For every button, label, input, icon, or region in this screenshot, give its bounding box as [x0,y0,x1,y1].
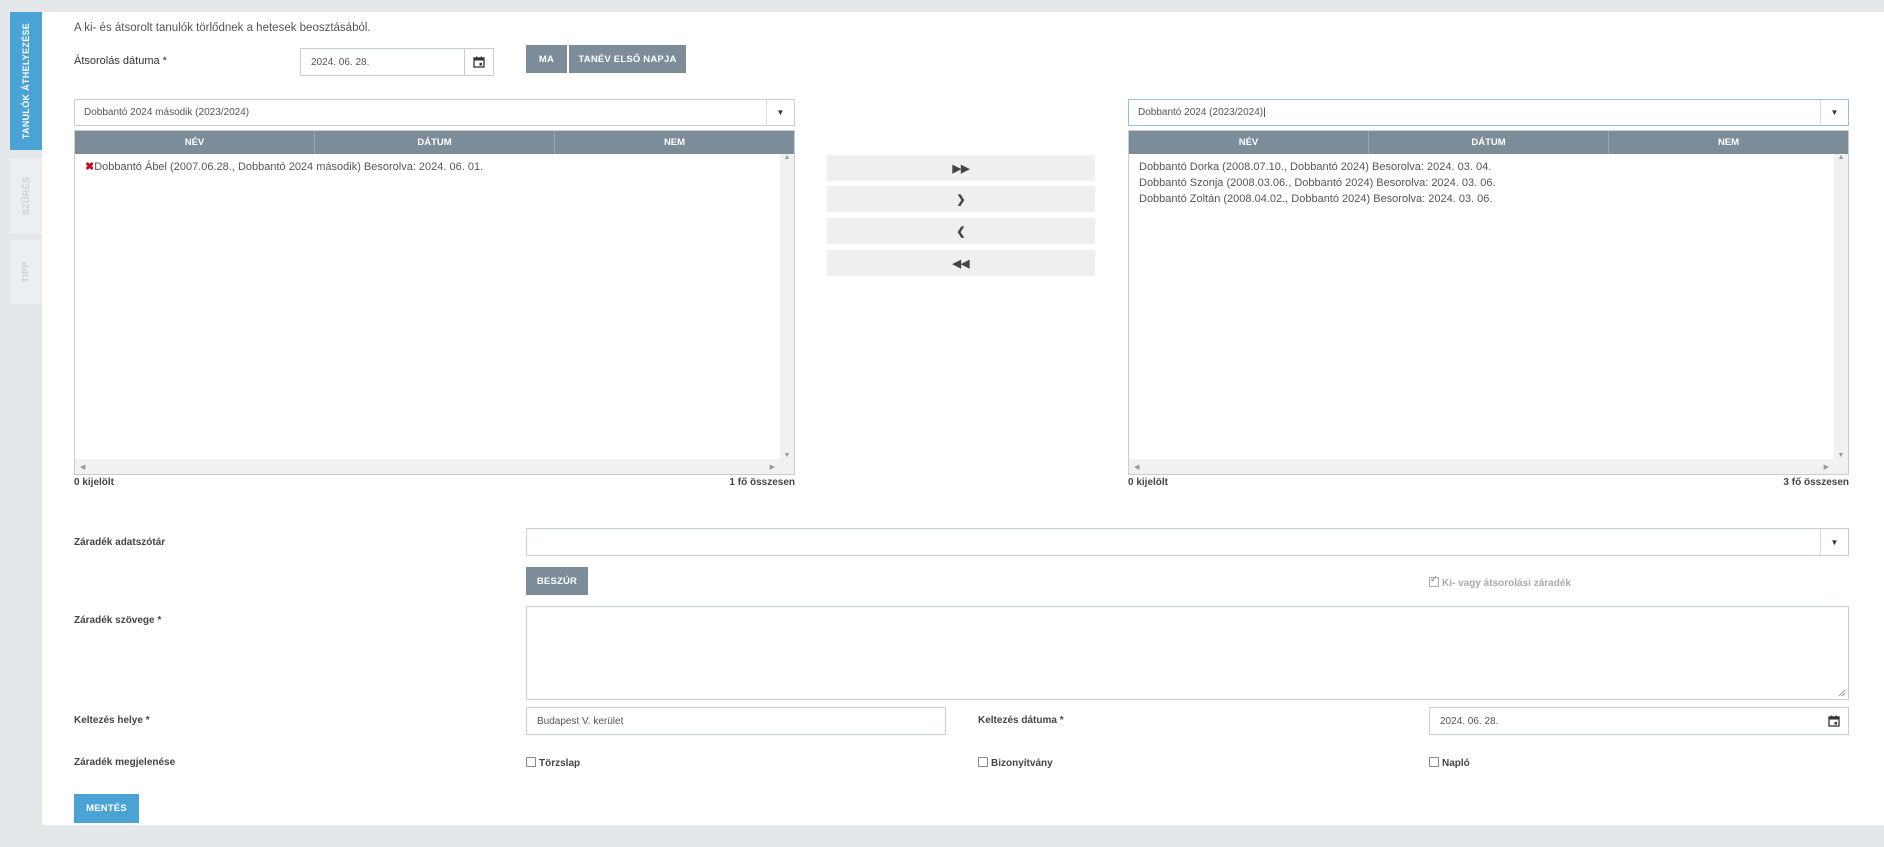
school-year-first-day-button[interactable]: TANÉV ELSŐ NAPJA [569,45,686,73]
tab-student-transfer[interactable]: TANULÓK ÁTHELYEZÉSE [10,12,42,150]
appearance-label: Záradék megjelenése [74,757,176,768]
source-selected-count: 0 kijelölt [74,477,115,488]
column-header-date[interactable]: DÁTUM [1369,131,1609,154]
clause-text-area[interactable] [526,606,1849,700]
clause-type-checkbox[interactable]: Ki- vagy átsorolási záradék [1429,574,1571,589]
horizontal-scrollbar[interactable]: ◀ ▶ [1129,459,1848,474]
checkbox-icon[interactable] [978,757,988,767]
place-label: Keltezés helye * [74,715,150,726]
checkbox-checked-icon[interactable] [1429,574,1439,587]
move-right-button[interactable]: ❯ [827,186,1095,212]
chevron-down-icon[interactable]: ▼ [1820,529,1848,555]
place-input[interactable]: Budapest V. kerület [526,707,946,735]
chevron-down-icon[interactable]: ▼ [766,100,794,125]
option-master-sheet[interactable]: Törzslap [526,757,580,769]
move-all-right-button[interactable]: ▶▶ [827,155,1095,181]
tab-tip[interactable]: TIPP [10,240,42,304]
checkbox-icon[interactable] [1429,757,1439,767]
grid-body: ✖Dobbantó Ábel (2007.06.28., Dobbantó 20… [75,154,780,459]
target-total-count: 3 fő összesen [1783,477,1849,488]
tab-filter[interactable]: SZŰRÉS [10,158,42,234]
grid-body: Dobbantó Dorka (2008.07.10., Dobbantó 20… [1129,154,1834,459]
vertical-scrollbar[interactable]: ▲ ▼ [1834,154,1848,459]
chevron-down-icon[interactable]: ▼ [1820,100,1848,125]
calendar-icon[interactable] [1820,708,1848,734]
move-left-button[interactable]: ❮ [827,218,1095,244]
column-header-date[interactable]: DÁTUM [315,131,555,154]
column-header-gender[interactable]: NEM [555,131,794,154]
clause-dictionary-select[interactable]: ▼ [526,528,1849,556]
insert-button[interactable]: BESZÚR [526,567,588,595]
horizontal-scrollbar[interactable]: ◀ ▶ [75,459,794,474]
list-item[interactable]: Dobbantó Szonja (2008.03.06., Dobbantó 2… [1139,175,1834,191]
clause-text-label: Záradék szövege * [74,615,162,626]
chevron-left-icon: ❮ [956,225,966,238]
grid-header: NÉV DÁTUM NEM [1129,131,1848,154]
resize-handle-icon[interactable] [1838,689,1846,697]
vertical-scrollbar[interactable]: ▲ ▼ [780,154,794,459]
transfer-date-label: Átsorolás dátuma * [74,55,167,67]
source-class-select[interactable]: Dobbantó 2024 második (2023/2024) ▼ [74,99,795,126]
move-all-left-button[interactable]: ◀◀ [827,250,1095,276]
list-item[interactable]: Dobbantó Dorka (2008.07.10., Dobbantó 20… [1139,159,1834,175]
column-header-name[interactable]: NÉV [75,131,315,154]
double-chevron-left-icon: ◀◀ [952,257,970,270]
target-selected-count: 0 kijelölt [1128,477,1169,488]
remove-icon: ✖ [85,161,95,173]
info-text: A ki- és átsorolt tanulók törlődnek a he… [74,22,371,34]
clause-dictionary-label: Záradék adatszótár [74,537,166,548]
today-button[interactable]: MA [526,45,567,73]
chevron-right-icon: ❯ [956,193,966,206]
save-button[interactable]: MENTÉS [74,794,139,823]
transfer-date-input[interactable]: 2024. 06. 28. [300,48,494,76]
calendar-icon[interactable] [464,49,493,75]
column-header-name[interactable]: NÉV [1129,131,1369,154]
dated-input[interactable]: 2024. 06. 28. [1429,707,1849,735]
checkbox-icon[interactable] [526,757,536,767]
dated-label: Keltezés dátuma * [978,715,1064,726]
list-item[interactable]: ✖Dobbantó Ábel (2007.06.28., Dobbantó 20… [85,159,780,175]
target-class-select[interactable]: Dobbantó 2024 (2023/2024) | ▼ [1128,99,1849,126]
column-header-gender[interactable]: NEM [1609,131,1848,154]
double-chevron-right-icon: ▶▶ [952,162,970,175]
source-student-grid: NÉV DÁTUM NEM ✖Dobbantó Ábel (2007.06.28… [74,130,795,475]
target-student-grid: NÉV DÁTUM NEM Dobbantó Dorka (2008.07.10… [1128,130,1849,475]
option-certificate[interactable]: Bizonyítvány [978,757,1053,769]
grid-header: NÉV DÁTUM NEM [75,131,794,154]
option-diary[interactable]: Napló [1429,757,1470,769]
list-item[interactable]: Dobbantó Zoltán (2008.04.02., Dobbantó 2… [1139,191,1834,207]
source-total-count: 1 fő összesen [729,477,795,488]
top-strip [0,0,1884,12]
